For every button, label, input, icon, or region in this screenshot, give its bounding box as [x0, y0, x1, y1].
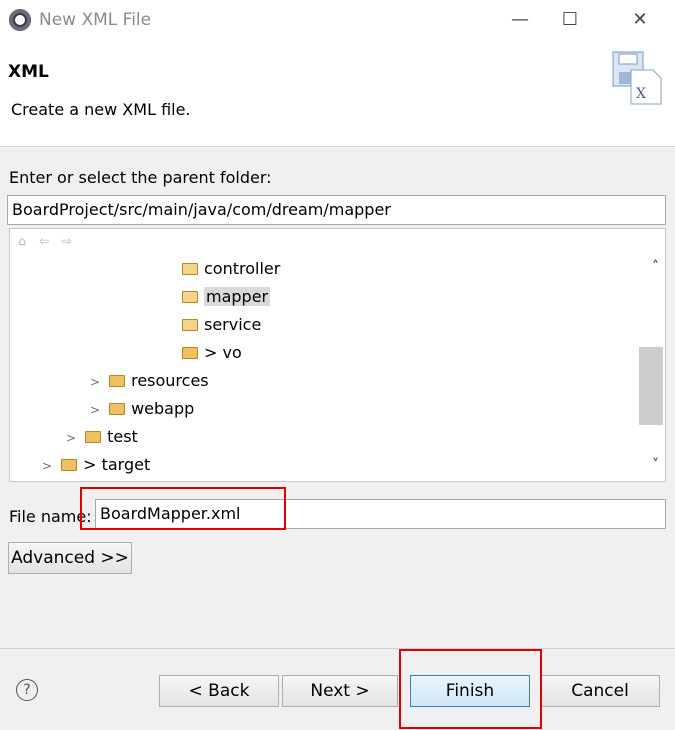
home-icon[interactable]: ⌂	[14, 233, 30, 249]
title-bar: New XML File — ☐ ✕	[0, 0, 675, 42]
maximize-icon[interactable]: ☐	[553, 6, 587, 34]
tree-item-service[interactable]: service	[182, 312, 261, 338]
chevron-right-icon[interactable]: >	[90, 397, 104, 423]
chevron-right-icon[interactable]: >	[66, 425, 80, 451]
package-folder-icon	[182, 347, 198, 359]
tree-item-test[interactable]: > test	[66, 424, 138, 450]
eclipse-app-icon	[9, 9, 31, 31]
tree-item-mapper[interactable]: mapper	[182, 284, 271, 310]
folder-icon	[61, 459, 78, 471]
next-button[interactable]: Next >	[282, 675, 398, 707]
advanced-button[interactable]: Advanced >>	[8, 542, 132, 574]
help-icon[interactable]: ?	[16, 679, 38, 701]
tree-item-resources[interactable]: > resources	[90, 368, 209, 394]
forward-arrow-icon[interactable]: ⇨	[59, 233, 75, 249]
wizard-description: Create a new XML file.	[11, 100, 191, 119]
package-folder-icon	[182, 291, 198, 303]
parent-folder-input[interactable]: BoardProject/src/main/java/com/dream/map…	[7, 195, 666, 225]
package-folder-icon	[182, 319, 198, 331]
back-arrow-icon[interactable]: ⇦	[36, 233, 52, 249]
tree-item-webapp[interactable]: > webapp	[90, 396, 194, 422]
tree-item-vo[interactable]: > vo	[182, 340, 242, 366]
window-title: New XML File	[39, 10, 152, 30]
svg-text:X: X	[636, 86, 646, 102]
cancel-button[interactable]: Cancel	[540, 675, 660, 707]
folder-tree[interactable]: ⌂ ⇦ ⇨ controller mapper service > vo > r…	[9, 228, 666, 482]
parent-folder-label: Enter or select the parent folder:	[9, 168, 272, 187]
highlight-box-file-name	[80, 487, 286, 530]
back-button[interactable]: < Back	[159, 675, 279, 707]
source-folder-icon	[85, 431, 102, 443]
tree-item-controller[interactable]: controller	[182, 256, 280, 282]
source-folder-icon	[109, 375, 126, 387]
chevron-right-icon[interactable]: >	[90, 369, 104, 395]
package-folder-icon	[182, 263, 198, 275]
highlight-box-finish	[399, 649, 542, 729]
footer-divider	[0, 648, 675, 649]
source-folder-icon	[109, 403, 126, 415]
tree-toolbar: ⌂ ⇦ ⇨	[10, 229, 665, 253]
minimize-icon[interactable]: —	[503, 6, 537, 34]
wizard-title: XML	[8, 62, 49, 82]
tree-item-target[interactable]: > > target	[42, 452, 150, 478]
scroll-down-icon[interactable]: ˅	[652, 457, 659, 473]
wizard-header: XML Create a new XML file. X	[0, 42, 675, 147]
scrollbar-thumb[interactable]	[639, 347, 663, 425]
scroll-up-icon[interactable]: ˄	[652, 259, 659, 275]
chevron-right-icon[interactable]: >	[42, 453, 56, 479]
xml-file-banner-icon: X	[612, 51, 662, 105]
close-icon[interactable]: ✕	[623, 6, 657, 34]
